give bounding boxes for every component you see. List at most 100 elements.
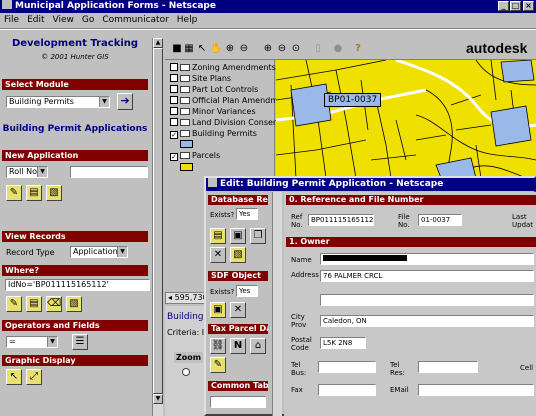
- zoom-extents-icon[interactable]: ⊙: [290, 43, 302, 55]
- layer-checkbox[interactable]: [170, 85, 178, 93]
- chevron-down-icon[interactable]: ▼: [47, 337, 57, 347]
- view-records-header: View Records: [2, 231, 148, 242]
- layer-land-division[interactable]: Land Division Consents: [170, 117, 285, 128]
- zoom-in-icon[interactable]: ⊕: [224, 43, 236, 55]
- database-record-header: Database Record: [208, 195, 268, 205]
- tax-parcel-header: Tax Parcel Data: [208, 324, 268, 334]
- chevron-down-icon[interactable]: ▼: [37, 167, 47, 177]
- operator-select[interactable]: = ▼: [6, 336, 58, 348]
- layer-building-permits[interactable]: ✓ Building Permits: [170, 128, 257, 139]
- tax-parcel-link-button[interactable]: ⛓: [210, 338, 226, 354]
- zoom-out-icon[interactable]: ⊖: [238, 43, 250, 55]
- layer-checkbox[interactable]: [170, 96, 178, 104]
- layer-checkbox-checked[interactable]: ✓: [170, 153, 178, 161]
- graphic-display-header: Graphic Display: [2, 355, 148, 366]
- city-prov-field[interactable]: Caledon, ON: [320, 315, 534, 327]
- postal-code-field[interactable]: L5K 2N8: [320, 337, 366, 349]
- print-icon[interactable]: ▯: [312, 43, 324, 55]
- layer-official-plan[interactable]: Official Plan Amendmer: [170, 95, 286, 106]
- db-record-save-button[interactable]: ▣: [230, 228, 246, 244]
- roll-select[interactable]: Roll No ▼: [6, 166, 48, 178]
- sdf-save-button[interactable]: ▣: [210, 302, 226, 318]
- module-select[interactable]: Building Permits ▼: [6, 96, 110, 108]
- dialog-column-divider: [272, 192, 282, 416]
- menu-communicator[interactable]: Communicator: [102, 13, 168, 27]
- run-query-button[interactable]: ▤: [26, 296, 42, 312]
- db-record-delete-button[interactable]: ✕: [210, 247, 226, 263]
- menu-view[interactable]: View: [53, 13, 74, 27]
- globe-icon[interactable]: ●: [332, 43, 344, 55]
- close-button[interactable]: ×: [523, 1, 534, 11]
- layer-checkbox[interactable]: [170, 63, 178, 71]
- scroll-thumb[interactable]: [153, 48, 163, 394]
- menu-file[interactable]: File: [4, 13, 19, 27]
- left-scrollbar[interactable]: ▲ ▼: [152, 38, 163, 416]
- edit-query-button[interactable]: ✎: [6, 296, 22, 312]
- layer-site-plans[interactable]: Site Plans: [170, 73, 231, 84]
- window-title: Municipal Application Forms - Netscape: [15, 1, 216, 11]
- email-label: EMail: [390, 386, 409, 394]
- zoom-previous-icon[interactable]: ⊕: [262, 43, 274, 55]
- tax-parcel-edit-button[interactable]: ✎: [210, 357, 226, 373]
- layer-part-lot-controls[interactable]: Part Lot Controls: [170, 84, 258, 95]
- fax-field[interactable]: [318, 384, 376, 396]
- open-document-button[interactable]: ▤: [26, 185, 42, 201]
- layer-checkbox-checked[interactable]: ✓: [170, 131, 178, 139]
- zoom-window-icon[interactable]: ⊖: [276, 43, 288, 55]
- ref-no-field[interactable]: BP011115165112: [308, 214, 374, 226]
- redacted-name-bar: [323, 255, 407, 261]
- last-updated-label: Last Updat: [512, 213, 534, 229]
- menu-go[interactable]: Go: [82, 13, 94, 27]
- db-record-open-button[interactable]: ▤: [210, 228, 226, 244]
- menu-edit[interactable]: Edit: [27, 13, 44, 27]
- layer-parcels[interactable]: ✓ Parcels: [170, 150, 220, 161]
- layer-zoning-amendments[interactable]: Zoning Amendments: [170, 62, 276, 73]
- map-zoom-button[interactable]: ⤢: [26, 369, 42, 385]
- name-field[interactable]: [320, 253, 534, 265]
- module-select-value: Building Permits: [9, 97, 74, 106]
- where-header: Where?: [2, 265, 148, 276]
- email-field[interactable]: [418, 384, 534, 396]
- tax-parcel-n-button[interactable]: N: [230, 338, 246, 354]
- common-tables-select[interactable]: [210, 396, 266, 408]
- roll-input[interactable]: [70, 166, 148, 178]
- where-input[interactable]: IdNo='BP011115165112': [5, 279, 150, 291]
- stop-icon[interactable]: ■: [171, 43, 183, 55]
- db-record-copy-button[interactable]: ❐: [250, 228, 266, 244]
- layer-checkbox[interactable]: [170, 74, 178, 82]
- menu-help[interactable]: Help: [177, 13, 198, 27]
- field-list-button[interactable]: ☰: [72, 334, 88, 350]
- minimize-button[interactable]: _: [498, 1, 509, 11]
- document-button[interactable]: ▧: [46, 185, 62, 201]
- map-select-button[interactable]: ↖: [6, 369, 22, 385]
- scroll-down-arrow[interactable]: ▼: [153, 394, 163, 404]
- help-icon[interactable]: ?: [352, 43, 364, 55]
- address-line2-field[interactable]: [320, 294, 534, 306]
- pointer-icon[interactable]: ↖: [196, 43, 208, 55]
- go-arrow-button[interactable]: ➔: [117, 93, 133, 110]
- layer-checkbox[interactable]: [170, 118, 178, 126]
- maximize-button[interactable]: □: [510, 1, 521, 11]
- tel-res-field[interactable]: [418, 361, 478, 373]
- tax-parcel-home-button[interactable]: ⌂: [250, 338, 266, 354]
- map-canvas[interactable]: [276, 60, 536, 178]
- chevron-down-icon[interactable]: ▼: [99, 97, 109, 107]
- pan-hand-icon[interactable]: ✋: [210, 43, 222, 55]
- map-icon[interactable]: ▦: [183, 43, 195, 55]
- parcels-swatch: [180, 163, 193, 171]
- chevron-down-icon[interactable]: ▼: [117, 247, 127, 257]
- layer-minor-variances[interactable]: Minor Variances: [170, 106, 256, 117]
- scroll-up-arrow[interactable]: ▲: [153, 38, 163, 48]
- zoom-radio[interactable]: [182, 368, 190, 376]
- query-builder-button[interactable]: ▧: [66, 296, 82, 312]
- new-record-button[interactable]: ✎: [6, 185, 22, 201]
- file-no-field[interactable]: 01-0037: [418, 214, 462, 226]
- record-type-select[interactable]: Applications ▼: [70, 246, 128, 258]
- layer-checkbox[interactable]: [170, 107, 178, 115]
- sdf-delete-button[interactable]: ✕: [230, 302, 246, 318]
- tel-bus-field[interactable]: [318, 361, 376, 373]
- db-record-refresh-button[interactable]: ▧: [230, 247, 246, 263]
- address-field[interactable]: 76 PALMER CRCL: [320, 270, 534, 282]
- layer-icon: [180, 86, 190, 93]
- clear-query-button[interactable]: ⌫: [46, 296, 62, 312]
